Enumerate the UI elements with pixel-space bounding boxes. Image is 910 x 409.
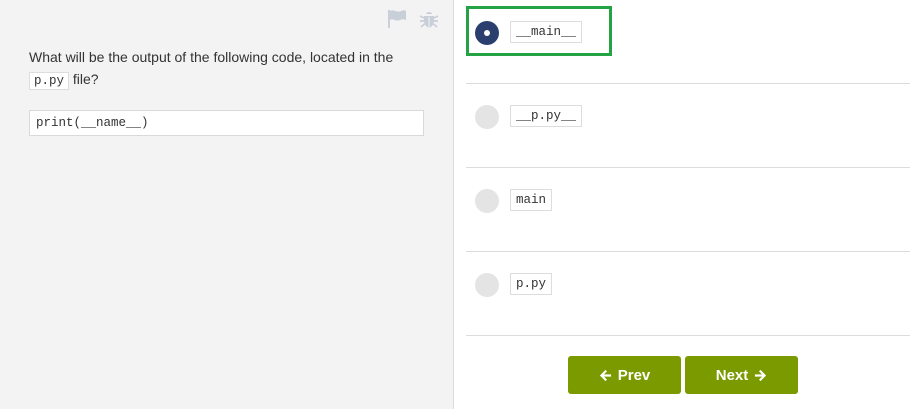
answer-option-main-dunder[interactable]: __main__ [466,0,910,84]
next-button[interactable]: Next [685,356,798,394]
file-name-code: p.py [29,72,70,90]
bug-icon[interactable] [418,8,440,30]
code-snippet: print(__name__) [29,110,424,136]
radio-button-selected[interactable] [475,21,499,45]
prev-button-label: Prev [617,366,651,384]
question-text-before: What will be the output of the following… [29,49,394,65]
flag-icon[interactable] [386,8,408,30]
answer-option-label: __main__ [510,21,583,43]
answer-option-label: __p.py__ [510,105,583,127]
radio-button[interactable] [475,105,499,129]
question-text: What will be the output of the following… [29,46,429,92]
question-panel: What will be the output of the following… [0,0,454,409]
answer-option-main[interactable]: main [466,168,910,252]
answer-panel: __main__ __p.py__ main p.py Prev Next [455,0,910,409]
radio-button[interactable] [475,189,499,213]
answer-option-label: main [510,189,553,211]
question-text-after: file? [69,71,99,87]
question-tools [386,8,440,30]
radio-button[interactable] [475,273,499,297]
answer-option-p-py-dunder[interactable]: __p.py__ [466,84,910,168]
prev-button[interactable]: Prev [568,356,681,394]
arrow-left-icon [599,369,611,381]
answer-option-label: p.py [510,273,553,295]
arrow-right-icon [755,369,767,381]
answer-option-p-py[interactable]: p.py [466,252,910,336]
next-button-label: Next [715,366,749,384]
